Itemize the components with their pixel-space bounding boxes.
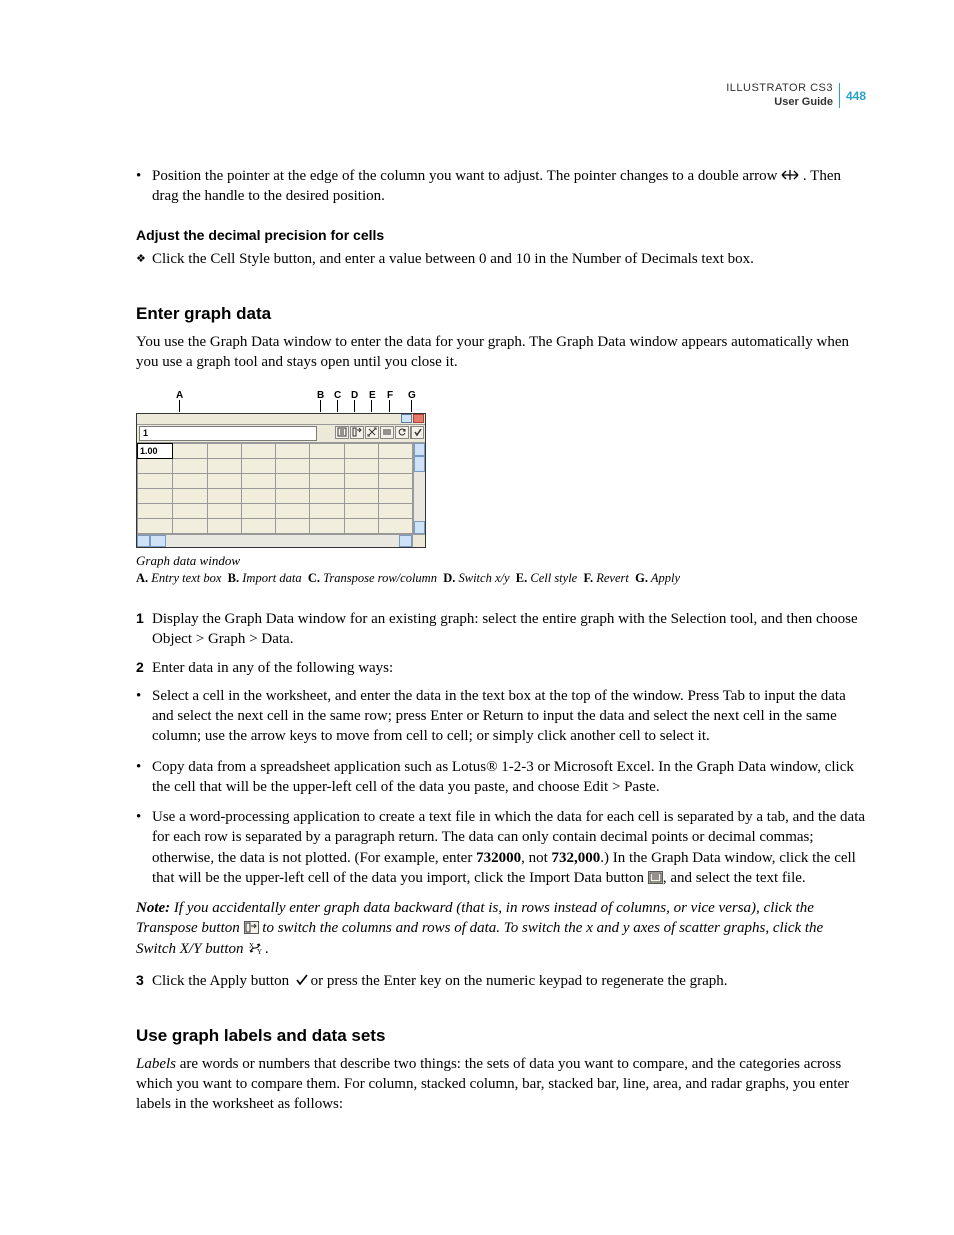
transpose-icon — [244, 921, 259, 934]
switch-xy-icon: XY — [247, 941, 265, 955]
intro-bullet: • Position the pointer at the edge of th… — [136, 166, 866, 207]
header-product: ILLUSTRATOR CS3 — [726, 82, 833, 96]
header-divider — [839, 83, 840, 108]
step-2-bullet: • Copy data from a spreadsheet applicati… — [136, 757, 866, 798]
note: Note: If you accidentally enter graph da… — [136, 898, 866, 959]
vertical-scrollbar — [413, 443, 425, 534]
scroll-right-icon — [399, 535, 412, 547]
step-2-bullet: • Use a word-processing application to c… — [136, 807, 866, 888]
running-header: ILLUSTRATOR CS3 User Guide 448 — [136, 82, 866, 110]
revert-icon — [395, 426, 409, 439]
apply-icon — [410, 426, 424, 439]
import-data-icon — [648, 871, 663, 884]
adjust-heading: Adjust the decimal precision for cells — [136, 226, 866, 245]
import-data-icon — [335, 426, 349, 439]
close-icon — [413, 414, 424, 423]
data-grid: 1.00 — [137, 443, 413, 534]
cell-style-icon — [380, 426, 394, 439]
labels-paragraph: Labels are words or numbers that describ… — [136, 1054, 866, 1115]
figure-caption: Graph data window — [136, 552, 866, 570]
scroll-down-icon — [414, 521, 425, 534]
graph-data-window: 1 1.00 — [136, 413, 426, 548]
header-subtitle: User Guide — [726, 96, 833, 110]
minimize-icon — [401, 414, 412, 423]
enter-heading: Enter graph data — [136, 303, 866, 326]
transpose-icon — [350, 426, 364, 439]
entry-text-box: 1 — [139, 426, 317, 441]
switch-xy-icon — [365, 426, 379, 439]
enter-intro: You use the Graph Data window to enter t… — [136, 332, 866, 373]
step-2: 2 Enter data in any of the following way… — [136, 658, 866, 678]
step-2-bullet: • Select a cell in the worksheet, and en… — [136, 686, 866, 747]
labels-heading: Use graph labels and data sets — [136, 1025, 866, 1048]
adjust-step: ❖ Click the Cell Style button, and enter… — [136, 249, 866, 269]
step-3: 3 Click the Apply button or press the En… — [136, 971, 866, 991]
horizontal-scrollbar — [137, 534, 425, 547]
page-number: 448 — [846, 88, 866, 104]
apply-check-icon — [293, 973, 307, 987]
figure-legend: A. Entry text box B. Import data C. Tran… — [136, 570, 866, 587]
scroll-up-icon — [414, 443, 425, 456]
svg-text:Y: Y — [257, 948, 262, 955]
graph-data-figure: A B C D E F G 1 — [136, 389, 866, 587]
step-1: 1 Display the Graph Data window for an e… — [136, 609, 866, 650]
double-arrow-icon — [781, 168, 799, 182]
scroll-left-icon — [137, 535, 150, 547]
